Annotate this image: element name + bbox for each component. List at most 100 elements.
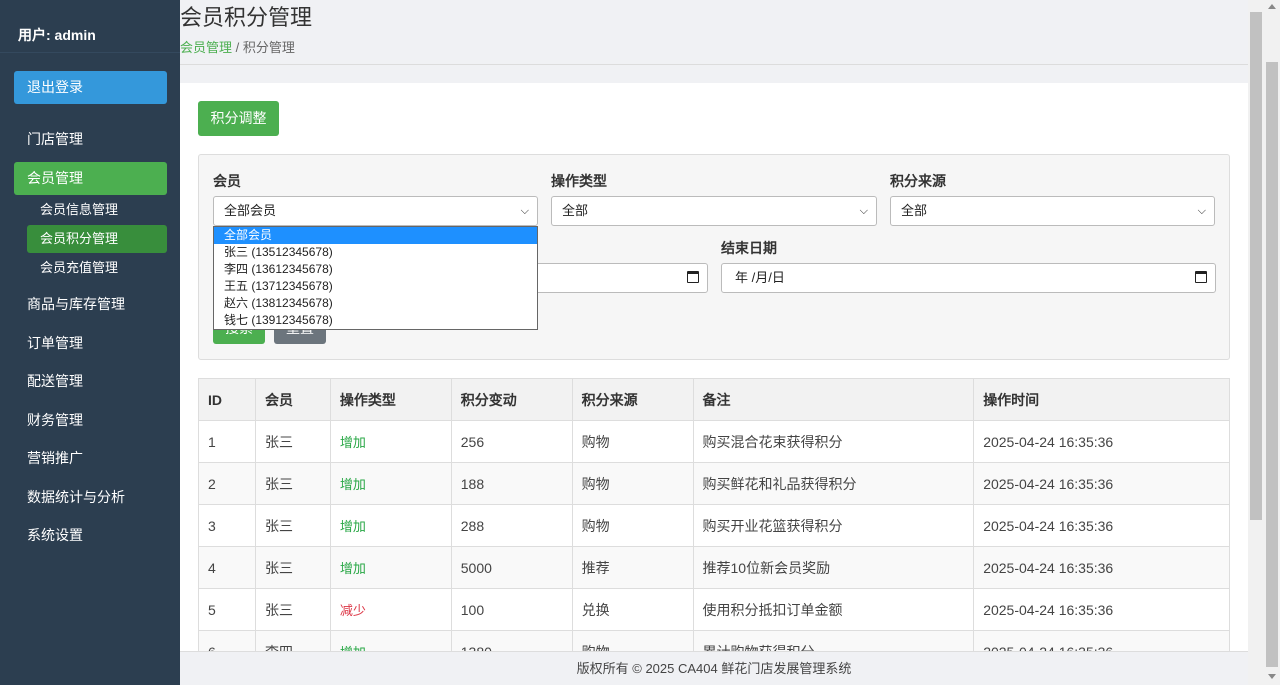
cell-change: 5000 (450, 546, 573, 589)
table-row: 2 张三 增加 188 购物 购买鲜花和礼品获得积分 2025-04-24 16… (198, 462, 1230, 505)
cell-id: 4 (198, 546, 256, 589)
sidebar-subitem-member-recharge[interactable]: 会员充值管理 (27, 254, 167, 282)
page-scrollbar[interactable] (1264, 0, 1280, 685)
sidebar-item-goods[interactable]: 商品与库存管理 (14, 288, 167, 321)
table-row: 3 张三 增加 288 购物 购买开业花篮获得积分 2025-04-24 16:… (198, 504, 1230, 547)
col-header-time: 操作时间 (973, 378, 1230, 421)
member-option[interactable]: 赵六 (13812345678) (214, 295, 537, 312)
col-header-change: 积分变动 (450, 378, 573, 421)
op-type-filter-label: 操作类型 (551, 173, 607, 189)
member-select-dropdown: 全部会员 张三 (13512345678) 李四 (13612345678) 王… (213, 226, 538, 330)
page-header: 会员积分管理 会员管理 / 积分管理 (180, 0, 1248, 65)
logout-button[interactable]: 退出登录 (14, 71, 167, 104)
breadcrumb-link-member[interactable]: 会员管理 (180, 40, 232, 55)
cell-note: 使用积分抵扣订单金额 (692, 588, 975, 631)
scroll-up-icon[interactable] (1268, 4, 1276, 9)
member-option[interactable]: 钱七 (13912345678) (214, 312, 537, 329)
cell-source: 购物 (571, 462, 694, 505)
member-select-value: 全部会员 (224, 203, 277, 218)
cell-id: 2 (198, 462, 256, 505)
member-filter-label: 会员 (213, 173, 241, 189)
cell-op-type: 增加 (329, 462, 452, 505)
member-option[interactable]: 李四 (13612345678) (214, 261, 537, 278)
calendar-icon[interactable] (687, 271, 699, 283)
sidebar-item-statistics[interactable]: 数据统计与分析 (14, 481, 167, 514)
table-row: 4 张三 增加 5000 推荐 推荐10位新会员奖励 2025-04-24 16… (198, 546, 1230, 589)
cell-time: 2025-04-24 16:35:36 (973, 462, 1230, 505)
sidebar: 用户: admin 退出登录 门店管理 会员管理 会员信息管理 会员积分管理 会… (0, 0, 180, 685)
table-row: 1 张三 增加 256 购物 购买混合花束获得积分 2025-04-24 16:… (198, 420, 1230, 463)
end-date-input[interactable]: 年 /月/日 (721, 263, 1216, 293)
cell-note: 购买鲜花和礼品获得积分 (692, 462, 975, 505)
sidebar-item-member[interactable]: 会员管理 (14, 162, 167, 195)
table-row: 5 张三 减少 100 兑换 使用积分抵扣订单金额 2025-04-24 16:… (198, 588, 1230, 631)
sidebar-item-delivery[interactable]: 配送管理 (14, 365, 167, 398)
calendar-icon[interactable] (1195, 271, 1207, 283)
chevron-down-icon: ⌵ (859, 205, 868, 217)
footer: 版权所有 © 2025 CA404 鲜花门店发展管理系统 (180, 651, 1248, 685)
cell-member: 李四 (254, 630, 331, 651)
points-table: ID 会员 操作类型 积分变动 积分来源 备注 操作时间 1 张三 增加 256… (198, 378, 1230, 651)
cell-note: 累计购物获得积分 (692, 630, 975, 651)
member-select[interactable]: 全部会员 ⌵ (213, 196, 538, 226)
table-header-row: ID 会员 操作类型 积分变动 积分来源 备注 操作时间 (198, 378, 1230, 421)
breadcrumb-separator: / (232, 40, 243, 55)
cell-op-type: 增加 (329, 546, 452, 589)
sidebar-item-orders[interactable]: 订单管理 (14, 327, 167, 360)
scrollbar-thumb[interactable] (1266, 62, 1278, 667)
op-type-select-value: 全部 (562, 203, 589, 218)
op-type-select[interactable]: 全部 ⌵ (551, 196, 877, 226)
end-date-label: 结束日期 (721, 240, 777, 256)
sidebar-subitem-member-info[interactable]: 会员信息管理 (27, 196, 167, 224)
cell-op-type: 增加 (329, 420, 452, 463)
end-date-placeholder: 年 /月/日 (735, 270, 785, 285)
cell-source: 兑换 (571, 588, 694, 631)
cell-op-type: 减少 (329, 588, 452, 631)
cell-time: 2025-04-24 16:35:36 (973, 588, 1230, 631)
cell-member: 张三 (254, 504, 331, 547)
cell-change: 288 (450, 504, 573, 547)
current-user: 用户: admin (0, 0, 180, 53)
sidebar-item-settings[interactable]: 系统设置 (14, 519, 167, 552)
breadcrumb-current: 积分管理 (242, 40, 295, 55)
sidebar-item-marketing[interactable]: 营销推广 (14, 442, 167, 475)
main-content: 积分调整 会员 全部会员 ⌵ 操作类型 全部 ⌵ 积分来源 全部 ⌵ 年 /月/… (180, 83, 1248, 651)
col-header-member: 会员 (254, 378, 331, 421)
cell-member: 张三 (254, 588, 331, 631)
member-option[interactable]: 王五 (13712345678) (214, 278, 537, 295)
col-header-op-type: 操作类型 (329, 378, 452, 421)
cell-change: 256 (450, 420, 573, 463)
chevron-down-icon: ⌵ (520, 205, 529, 217)
adjust-points-button[interactable]: 积分调整 (198, 101, 279, 136)
table-row: 6 李四 增加 1380 购物 累计购物获得积分 2025-04-24 16:3… (198, 630, 1230, 651)
cell-id: 6 (198, 630, 256, 651)
source-select-value: 全部 (901, 203, 928, 218)
cell-time: 2025-04-24 16:35:36 (973, 546, 1230, 589)
chevron-down-icon: ⌵ (1197, 205, 1206, 217)
cell-source: 购物 (571, 504, 694, 547)
cell-member: 张三 (254, 546, 331, 589)
inner-scrollbar-thumb[interactable] (1250, 12, 1262, 520)
cell-time: 2025-04-24 16:35:36 (973, 504, 1230, 547)
cell-note: 推荐10位新会员奖励 (692, 546, 975, 589)
cell-op-type: 增加 (329, 630, 452, 651)
scroll-down-icon[interactable] (1268, 674, 1276, 679)
page-title: 会员积分管理 (180, 5, 313, 30)
breadcrumb: 会员管理 / 积分管理 (180, 37, 295, 56)
member-option[interactable]: 全部会员 (214, 227, 537, 244)
cell-change: 1380 (450, 630, 573, 651)
sidebar-item-finance[interactable]: 财务管理 (14, 404, 167, 437)
cell-time: 2025-04-24 16:35:36 (973, 420, 1230, 463)
col-header-source: 积分来源 (571, 378, 694, 421)
source-select[interactable]: 全部 ⌵ (890, 196, 1215, 226)
sidebar-subitem-member-points[interactable]: 会员积分管理 (27, 225, 167, 253)
cell-source: 购物 (571, 420, 694, 463)
source-filter-label: 积分来源 (890, 173, 946, 189)
member-option[interactable]: 张三 (13512345678) (214, 244, 537, 261)
sidebar-item-store[interactable]: 门店管理 (14, 123, 167, 156)
col-header-note: 备注 (692, 378, 975, 421)
cell-note: 购买开业花篮获得积分 (692, 504, 975, 547)
col-header-id: ID (198, 378, 256, 421)
cell-note: 购买混合花束获得积分 (692, 420, 975, 463)
cell-id: 5 (198, 588, 256, 631)
